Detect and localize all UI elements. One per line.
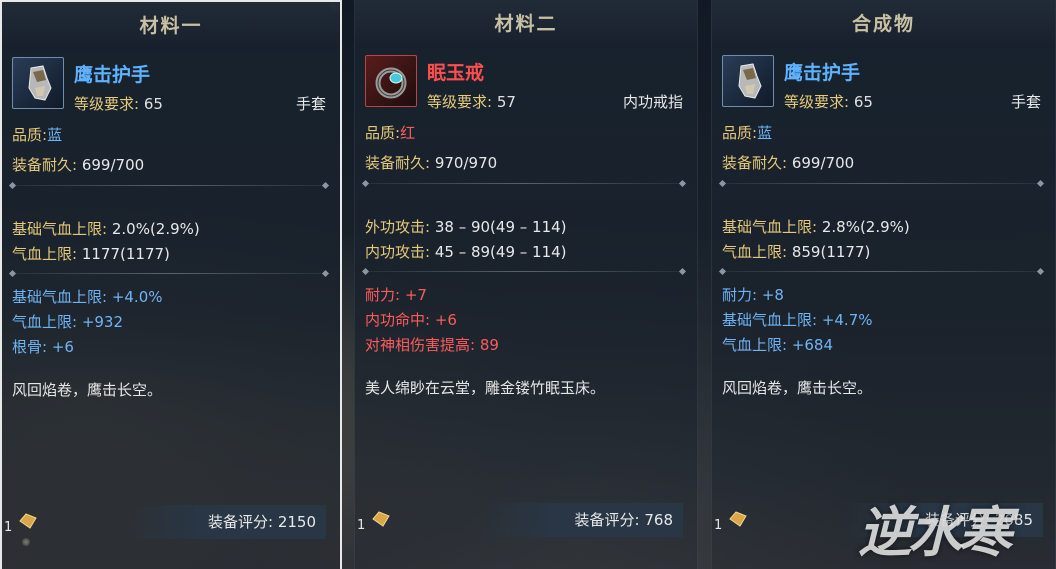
extra-stat-row: 对神相伤害提高: 89 — [365, 336, 499, 354]
quality-value: 蓝 — [47, 126, 63, 144]
base-stat-row: 外功攻击: 38 – 90(49 – 114) — [365, 216, 685, 237]
coin-icon — [18, 512, 38, 530]
quality-row: 品质:蓝 — [12, 124, 328, 145]
coin-icon — [728, 510, 748, 528]
stat-label: 基础气血上限: — [722, 218, 818, 236]
coin-icon — [371, 510, 391, 528]
level-req-label: 等级要求: — [784, 93, 850, 111]
durability-row: 装备耐久: 699/700 — [722, 152, 1043, 173]
item-count: 1 — [4, 520, 13, 535]
result-panel[interactable]: 合成物 鹰击护手 等级要求: 65 手套 品质:蓝 装备耐久: 699/700 … — [711, 0, 1056, 569]
divider — [365, 183, 683, 184]
stat-value: 45 – 89(49 – 114) — [434, 243, 567, 261]
durability-value: 970/970 — [434, 154, 498, 172]
level-req-value: 65 — [143, 95, 163, 113]
stat-label: 气血上限: — [722, 243, 788, 261]
base-stat-row: 气血上限: 859(1177) — [722, 241, 1043, 262]
material-two-panel[interactable]: 材料二 眠玉戒 等级要求: 57 内功戒指 品质:红 装备耐久: 970/970… — [354, 0, 698, 569]
panel-title: 材料一 — [2, 2, 340, 50]
item-name: 鹰击护手 — [74, 64, 151, 86]
gauntlet-icon[interactable] — [722, 55, 774, 107]
durability-label: 装备耐久: — [365, 154, 431, 172]
quality-label: 品质: — [722, 124, 758, 142]
quality-value: 蓝 — [757, 124, 773, 142]
item-count: 1 — [714, 518, 723, 533]
base-stat-row: 基础气血上限: 2.0%(2.9%) — [12, 218, 328, 239]
stat-value: 1177(1177) — [81, 245, 170, 263]
divider — [12, 273, 326, 274]
equipment-score: 装备评分: 768 — [483, 503, 683, 537]
requirement-row: 等级要求: 57 内功戒指 — [427, 91, 683, 112]
stat-value: 38 – 90(49 – 114) — [434, 218, 567, 236]
durability-value: 699/700 — [791, 154, 855, 172]
item-name: 眠玉戒 — [427, 62, 485, 84]
base-stat-row: 气血上限: 1177(1177) — [12, 243, 328, 264]
extra-stat-row: 气血上限: +684 — [722, 336, 834, 354]
stat-label: 外功攻击: — [365, 218, 431, 236]
material-one-panel[interactable]: 材料一 鹰击护手 等级要求: 65 手套 品质:蓝 装备耐久: 699/700 … — [0, 0, 342, 569]
gauntlet-icon[interactable] — [12, 57, 64, 109]
stat-value: 2.0%(2.9%) — [111, 220, 200, 238]
durability-label: 装备耐久: — [722, 154, 788, 172]
level-req-label: 等级要求: — [427, 93, 493, 111]
item-count: 1 — [357, 518, 366, 533]
extra-stat-row: 基础气血上限: +4.7% — [722, 311, 873, 329]
divider — [722, 183, 1041, 184]
quality-row: 品质:蓝 — [722, 122, 1043, 143]
base-stat-row: 基础气血上限: 2.8%(2.9%) — [722, 216, 1043, 237]
stat-label: 气血上限: — [12, 245, 78, 263]
extra-stat-row: 耐力: +8 — [722, 286, 784, 304]
level-req-label: 等级要求: — [74, 95, 140, 113]
equipment-score: 装备评分: 2150 — [126, 505, 326, 539]
stat-label: 内功攻击: — [365, 243, 431, 261]
level-req-value: 65 — [853, 93, 873, 111]
slot-type: 内功戒指 — [622, 93, 683, 111]
quality-row: 品质:红 — [365, 122, 685, 143]
durability-label: 装备耐久: — [12, 156, 78, 174]
panel-title: 材料二 — [355, 0, 697, 48]
quality-label: 品质: — [12, 126, 48, 144]
requirement-row: 等级要求: 65 手套 — [74, 93, 326, 114]
extra-stat-row: 气血上限: +932 — [12, 313, 124, 331]
flavor-text: 美人绵眇在云堂，雕金镂竹眠玉床。 — [365, 379, 606, 397]
durability-value: 699/700 — [81, 156, 145, 174]
divider — [365, 271, 683, 272]
panel-title: 合成物 — [712, 0, 1055, 48]
slot-type: 手套 — [295, 95, 326, 113]
equipment-score: 装备评分: 2085 — [843, 503, 1043, 537]
quality-value: 红 — [400, 124, 416, 142]
level-req-value: 57 — [496, 93, 516, 111]
extra-stat-row: 基础气血上限: +4.0% — [12, 288, 163, 306]
base-stat-row: 内功攻击: 45 – 89(49 – 114) — [365, 241, 685, 262]
stat-value: 2.8%(2.9%) — [821, 218, 910, 236]
ring-icon[interactable] — [365, 55, 417, 107]
divider — [722, 271, 1041, 272]
requirement-row: 等级要求: 65 手套 — [784, 91, 1041, 112]
stat-value: 859(1177) — [791, 243, 871, 261]
stat-label: 基础气血上限: — [12, 220, 108, 238]
game-scene: 材料一 鹰击护手 等级要求: 65 手套 品质:蓝 装备耐久: 699/700 … — [0, 0, 1056, 569]
extra-stat-row: 根骨: +6 — [12, 338, 74, 356]
slot-type: 手套 — [1010, 93, 1041, 111]
flavor-text: 风回焰卷，鹰击长空。 — [12, 381, 163, 399]
extra-stat-row: 内功命中: +6 — [365, 311, 457, 329]
item-name: 鹰击护手 — [784, 62, 861, 84]
durability-row: 装备耐久: 970/970 — [365, 152, 685, 173]
quality-label: 品质: — [365, 124, 401, 142]
divider — [12, 185, 326, 186]
flavor-text: 风回焰卷，鹰击长空。 — [722, 379, 873, 397]
durability-row: 装备耐久: 699/700 — [12, 154, 328, 175]
extra-stat-row: 耐力: +7 — [365, 286, 427, 304]
